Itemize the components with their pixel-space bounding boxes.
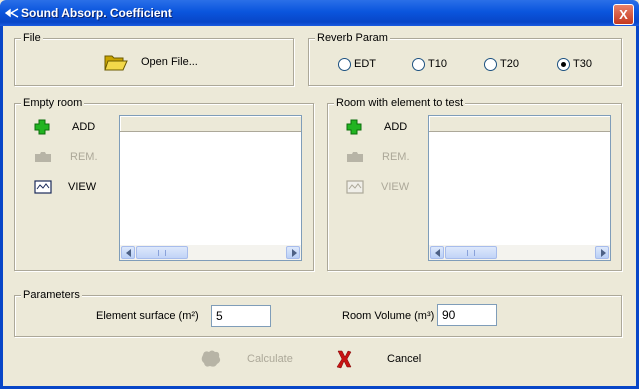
test-room-add-button[interactable]: ADD xyxy=(344,116,424,138)
scroll-right-button[interactable] xyxy=(595,246,609,259)
test-room-hscroll[interactable] xyxy=(429,245,610,260)
add-icon xyxy=(34,119,50,135)
element-surface-field[interactable]: 5 xyxy=(211,305,271,327)
empty-room-list-header[interactable] xyxy=(120,116,301,132)
empty-room-view-label: VIEW xyxy=(68,181,97,193)
test-room-list-header[interactable] xyxy=(429,116,610,132)
radio-t10[interactable] xyxy=(412,58,425,71)
room-volume-field[interactable]: 90 xyxy=(437,304,497,326)
empty-room-view-button[interactable]: VIEW xyxy=(32,176,112,198)
window-frame-left xyxy=(0,26,3,389)
window-title: Sound Absorp. Coefficient xyxy=(21,6,172,20)
cancel-icon xyxy=(336,350,352,369)
radio-t20[interactable] xyxy=(484,58,497,71)
empty-room-remove-button[interactable]: REM. xyxy=(32,146,112,168)
arrow-left-icon xyxy=(435,249,440,257)
radio-t30[interactable] xyxy=(557,58,570,71)
arrow-right-icon xyxy=(292,249,297,257)
test-room-view-button[interactable]: VIEW xyxy=(344,176,424,198)
view-icon xyxy=(346,180,364,194)
scroll-left-button[interactable] xyxy=(430,246,444,259)
close-button[interactable]: X xyxy=(613,4,634,25)
empty-room-add-button[interactable]: ADD xyxy=(32,116,112,138)
open-file-label: Open File... xyxy=(141,56,198,68)
cancel-button[interactable]: Cancel xyxy=(332,346,432,374)
radio-t30-label: T30 xyxy=(573,58,592,70)
scroll-thumb[interactable] xyxy=(445,246,497,259)
scroll-right-button[interactable] xyxy=(286,246,300,259)
radio-t20-label: T20 xyxy=(500,58,519,70)
room-volume-label: Room Volume (m³) xyxy=(342,310,435,322)
parameters-label: Parameters xyxy=(21,289,82,301)
remove-icon xyxy=(35,152,51,162)
test-room-remove-button[interactable]: REM. xyxy=(344,146,424,168)
test-room-view-label: VIEW xyxy=(381,181,410,193)
empty-room-hscroll[interactable] xyxy=(120,245,301,260)
element-surface-label: Element surface (m²) xyxy=(96,310,199,322)
calculate-button[interactable]: Calculate xyxy=(196,346,306,374)
empty-room-add-label: ADD xyxy=(72,121,96,133)
cancel-label: Cancel xyxy=(387,353,422,365)
reverb-param-label: Reverb Param xyxy=(315,32,390,44)
add-icon xyxy=(346,119,362,135)
calculate-label: Calculate xyxy=(247,353,293,365)
view-icon xyxy=(34,180,52,194)
scroll-thumb[interactable] xyxy=(136,246,188,259)
test-room-remove-label: REM. xyxy=(382,151,410,163)
arrow-left-icon xyxy=(126,249,131,257)
radio-edt[interactable] xyxy=(338,58,351,71)
test-room-list[interactable] xyxy=(428,115,611,261)
scroll-left-button[interactable] xyxy=(121,246,135,259)
folder-icon xyxy=(104,55,128,71)
close-icon: X xyxy=(619,7,628,22)
remove-icon xyxy=(347,152,363,162)
empty-room-list[interactable] xyxy=(119,115,302,261)
file-group-label: File xyxy=(21,32,43,44)
open-file-button[interactable]: Open File... xyxy=(100,50,210,76)
empty-room-label: Empty room xyxy=(21,97,85,109)
radio-edt-label: EDT xyxy=(354,58,376,70)
empty-room-remove-label: REM. xyxy=(70,151,98,163)
test-room-label: Room with element to test xyxy=(334,97,466,109)
arrow-right-icon xyxy=(601,249,606,257)
calculate-icon xyxy=(201,350,221,367)
app-icon xyxy=(5,8,19,18)
radio-t10-label: T10 xyxy=(428,58,447,70)
test-room-add-label: ADD xyxy=(384,121,408,133)
